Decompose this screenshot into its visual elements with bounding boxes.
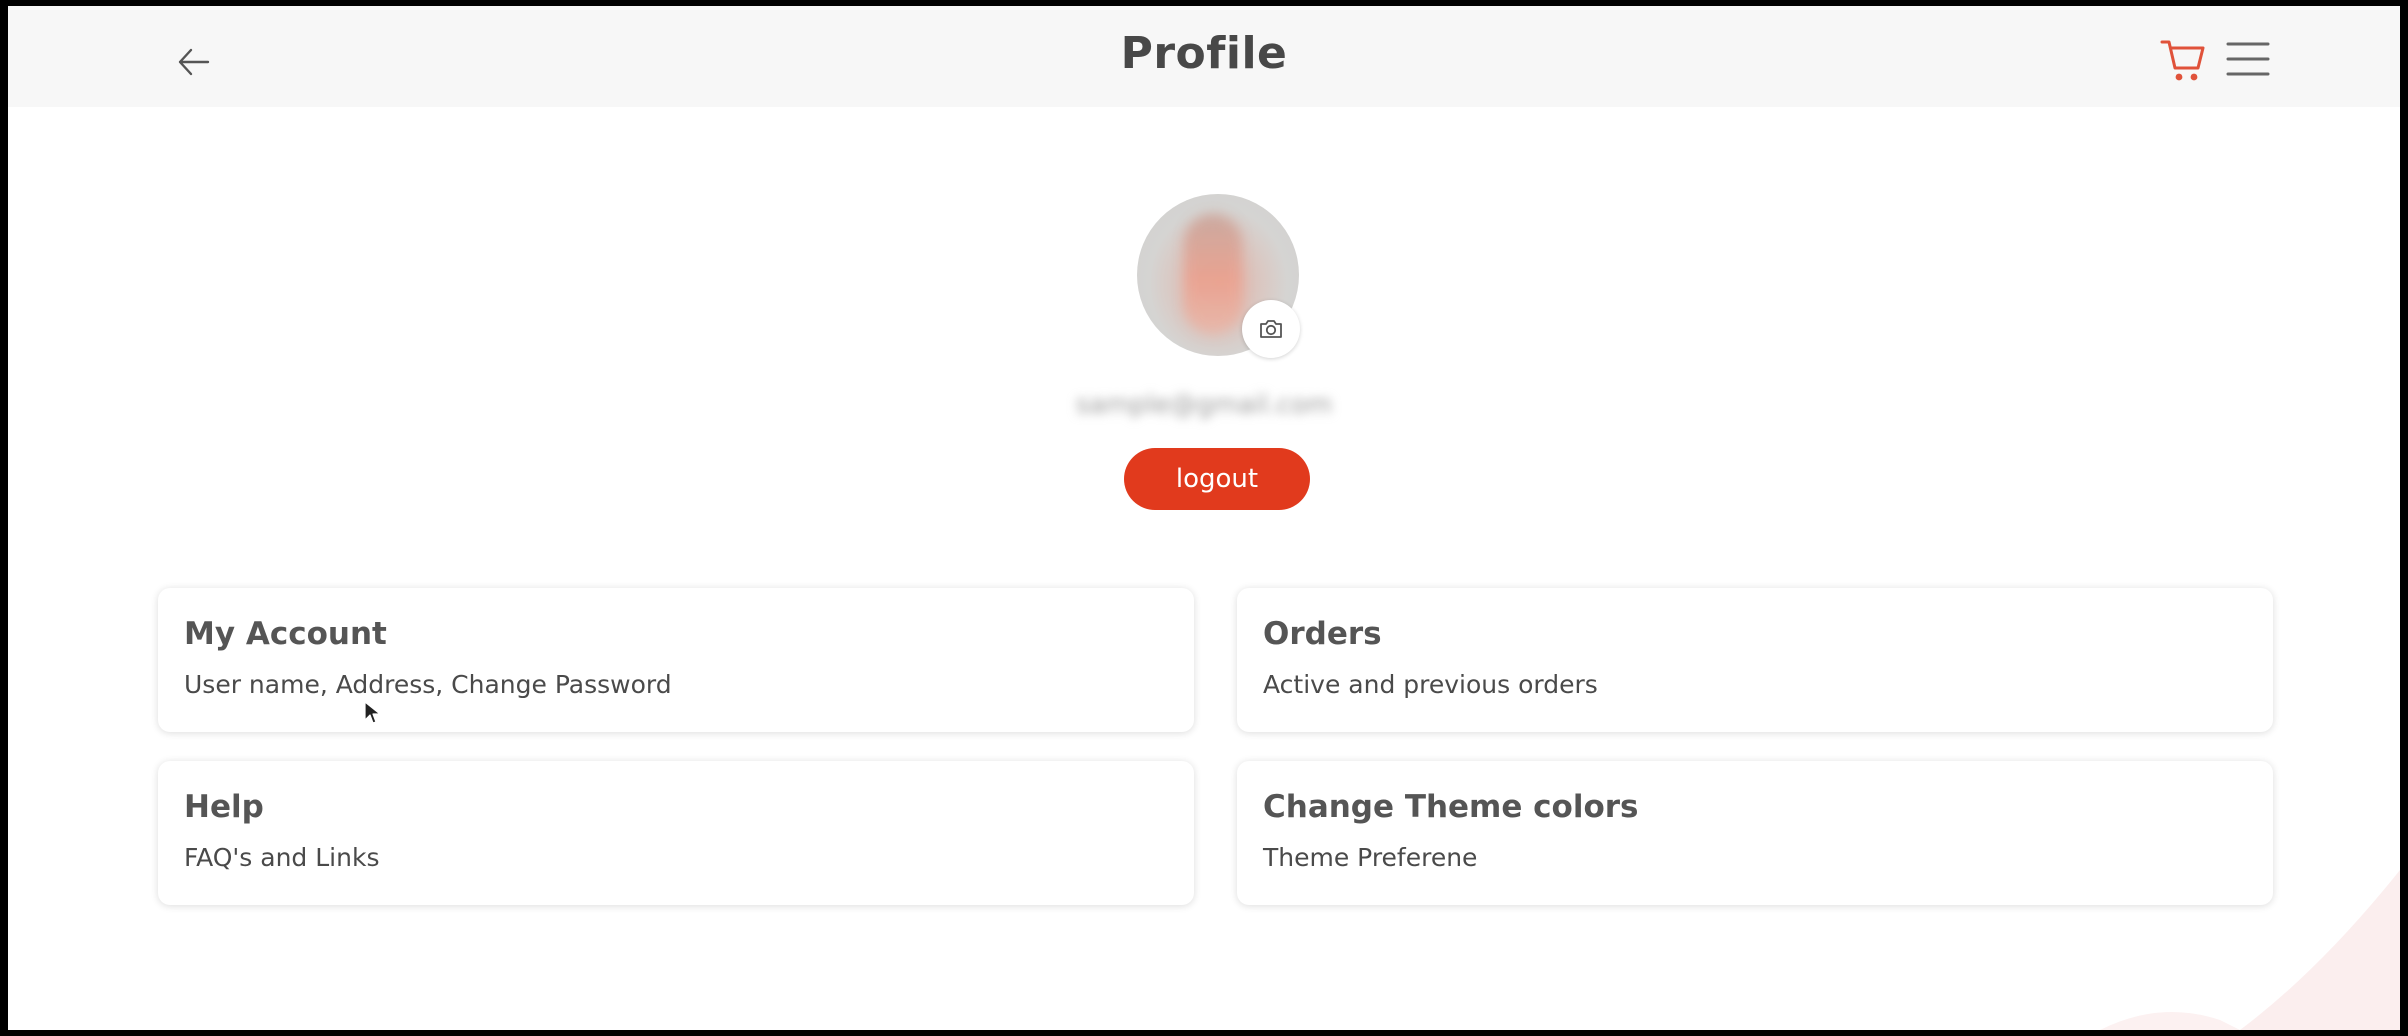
card-my-account[interactable]: My Account User name, Address, Change Pa… (158, 588, 1194, 732)
card-orders[interactable]: Orders Active and previous orders (1237, 588, 2273, 732)
cart-icon (2160, 40, 2205, 81)
mouse-cursor-icon (364, 701, 381, 724)
card-title: My Account (184, 616, 387, 652)
card-description: FAQ's and Links (184, 843, 380, 872)
user-email: sample@gmail.com (1075, 390, 1333, 420)
card-title: Help (184, 789, 264, 825)
card-title: Orders (1263, 616, 1382, 652)
change-photo-button[interactable] (1242, 300, 1300, 358)
avatar-photo (1184, 214, 1242, 334)
app-window: Profile sample@gmail.com logout My Accou… (8, 6, 2400, 1030)
background-decoration (2100, 870, 2400, 1030)
logout-button[interactable]: logout (1124, 448, 1310, 510)
card-description: User name, Address, Change Password (184, 670, 672, 699)
page-title: Profile (1120, 28, 1288, 79)
camera-icon (1260, 320, 1282, 338)
top-bar: Profile (8, 6, 2400, 107)
cart-button[interactable] (2158, 34, 2210, 86)
card-description: Theme Preferene (1263, 843, 1478, 872)
card-help[interactable]: Help FAQ's and Links (158, 761, 1194, 905)
card-title: Change Theme colors (1263, 789, 1639, 825)
hamburger-menu-icon (2226, 42, 2270, 76)
card-description: Active and previous orders (1263, 670, 1598, 699)
menu-button[interactable] (2222, 34, 2274, 86)
